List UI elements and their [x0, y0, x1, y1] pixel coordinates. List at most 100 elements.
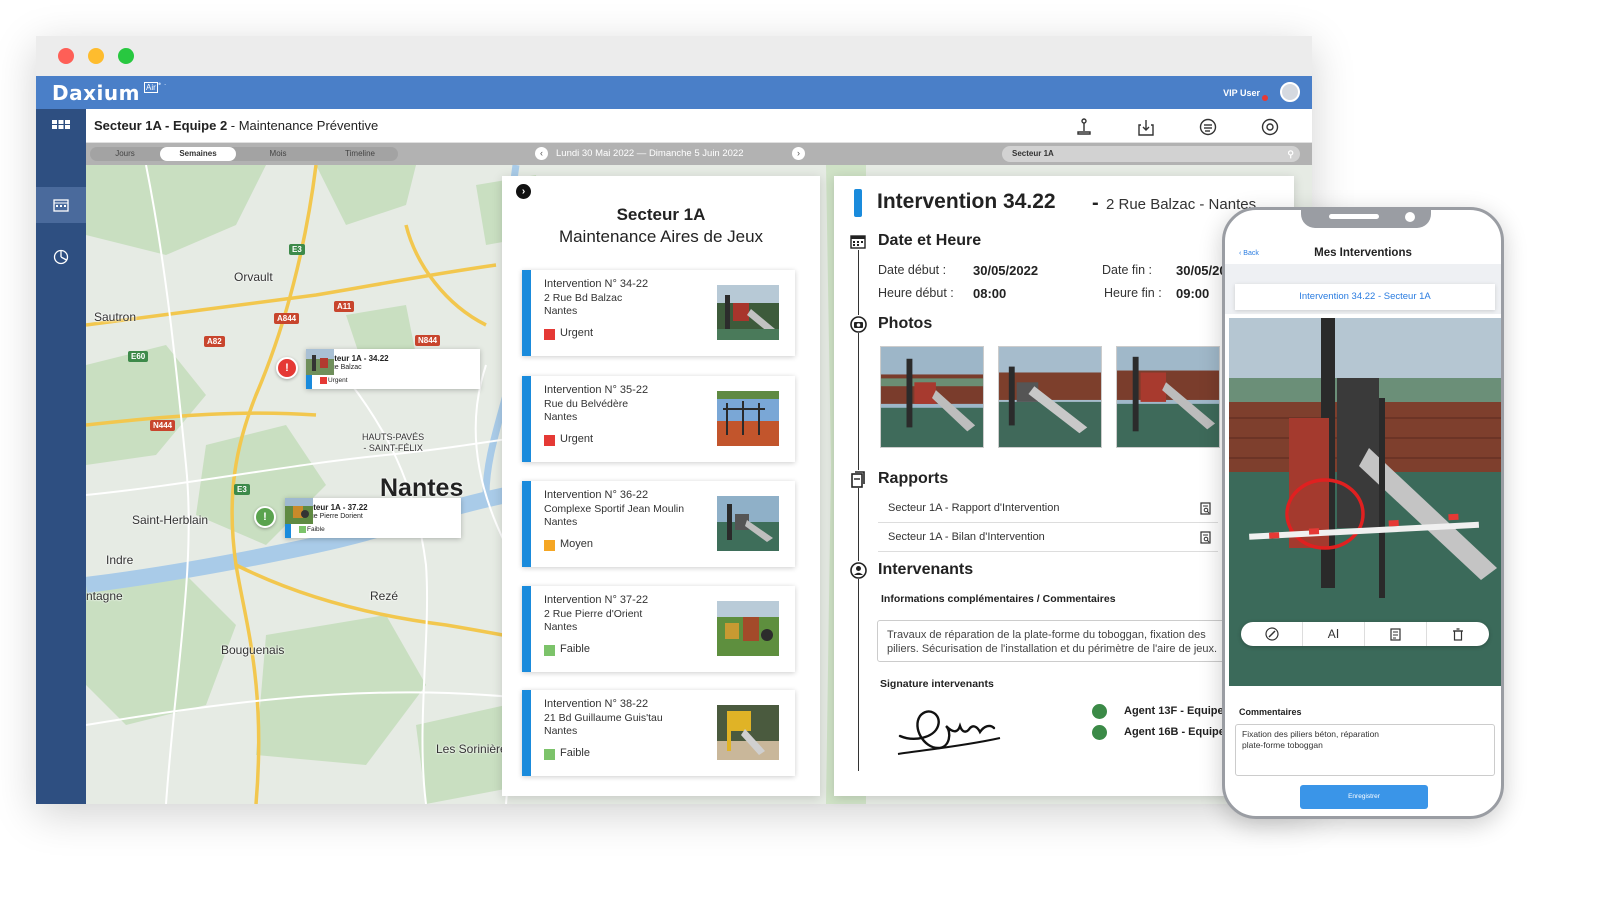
edit-icon[interactable]	[1241, 622, 1303, 646]
save-button[interactable]: Enregistrer	[1300, 785, 1428, 809]
map-label-orvault: Orvault	[234, 270, 273, 284]
photo-thumbnail[interactable]	[880, 346, 984, 448]
comment-line: plate-forme toboggan	[1242, 740, 1323, 750]
document-preview-icon[interactable]	[1200, 531, 1212, 544]
download-icon[interactable]	[1136, 117, 1156, 137]
maximize-window-button[interactable]	[118, 48, 134, 64]
map-label-bouguenais: Bouguenais	[221, 643, 285, 657]
phone-title: Mes Interventions	[1314, 247, 1412, 259]
previous-week-button[interactable]: ‹	[535, 147, 548, 160]
chevron-right-icon[interactable]: ›	[516, 184, 531, 199]
playground-thumbnail	[717, 496, 779, 551]
app-logo: Daxium	[52, 81, 140, 105]
tab-jours[interactable]: Jours	[90, 147, 160, 161]
report-row[interactable]: Secteur 1A - Bilan d'Intervention	[878, 523, 1218, 552]
intervention-city: Nantes	[544, 516, 578, 528]
time-end-label: Heure fin :	[1104, 286, 1162, 300]
list-item[interactable]: Intervention N° 34-22 2 Rue Bd Balzac Na…	[522, 270, 795, 356]
section-agents-title: Intervenants	[878, 561, 974, 578]
phone-speaker	[1329, 214, 1379, 219]
intervention-number: Intervention N° 35-22	[544, 384, 649, 396]
intervention-city: Nantes	[544, 725, 578, 737]
tab-semaines[interactable]: Semaines	[160, 147, 236, 161]
pie-chart-icon[interactable]	[36, 239, 86, 275]
filter-icon[interactable]	[1198, 117, 1218, 137]
logo-dots-icon: • ·	[158, 79, 167, 89]
settings-icon[interactable]	[1260, 117, 1280, 137]
list-item[interactable]: Intervention N° 36-22 Complexe Sportif J…	[522, 481, 795, 567]
comment-line: piliers. Sécurisation de l'installation …	[887, 643, 1218, 655]
playground-thumbnail	[285, 498, 313, 524]
phone-comments-field[interactable]: Fixation des piliers béton, réparation p…	[1235, 724, 1495, 776]
text-tool-icon[interactable]: AⅠ	[1303, 622, 1365, 646]
playground-thumbnail	[717, 391, 779, 446]
app-logo-sup: Air	[144, 82, 158, 93]
agent-avatar-icon	[1092, 725, 1107, 740]
time-start-value: 08:00	[973, 286, 1007, 301]
user-name[interactable]: VIP User	[1223, 88, 1260, 98]
road-tag-n444: N444	[150, 420, 176, 431]
map-card-34-22[interactable]: Secteur 1A - 34.22 2 Rue Balzac Urgent	[306, 349, 480, 389]
mobile-phone: ‹ Back Mes Interventions Intervention 34…	[1222, 207, 1504, 819]
notification-dot-icon	[1262, 95, 1268, 101]
priority-square	[544, 435, 555, 446]
priority-square	[544, 540, 555, 551]
close-window-button[interactable]	[58, 48, 74, 64]
date-start-value: 30/05/2022	[973, 263, 1039, 278]
intervention-number: Intervention N° 38-22	[544, 698, 649, 710]
map-pin-low[interactable]: !	[254, 506, 276, 528]
map-card-37-22[interactable]: Secteur 1A - 37.22 2 Rue Pierre Dorient …	[285, 498, 461, 538]
next-week-button[interactable]: ›	[792, 147, 805, 160]
phone-camera	[1405, 212, 1415, 222]
intervention-priority: Faible	[560, 747, 590, 759]
list-item[interactable]: Intervention N° 35-22 Rue du Belvédère N…	[522, 376, 795, 462]
road-tag-e3: E3	[289, 244, 305, 255]
calendar-icon[interactable]	[36, 187, 86, 223]
road-tag-e3: E3	[234, 484, 250, 495]
photo-tools-bar: AⅠ	[1241, 622, 1489, 646]
interventions-list-panel: › Secteur 1A Maintenance Aires de Jeux I…	[502, 176, 820, 796]
agent-name: Agent 16B - Equipe 2	[1124, 726, 1235, 738]
search-icon: ⚲	[1287, 149, 1294, 159]
tab-mois[interactable]: Mois	[242, 147, 314, 161]
map-label-indre: Indre	[106, 553, 134, 567]
map-label-hauts-paves: HAUTS-PAVÉS - SAINT-FÉLIX	[362, 432, 425, 453]
document-preview-icon[interactable]	[1200, 502, 1212, 515]
intervention-street: 2 Rue Bd Balzac	[544, 292, 623, 304]
time-start-label: Heure début :	[878, 286, 954, 300]
playground-thumbnail	[717, 705, 779, 760]
tab-timeline[interactable]: Timeline	[322, 147, 398, 161]
person-circle-icon	[849, 561, 867, 579]
detail-title-dash: -	[1092, 192, 1099, 214]
trash-icon[interactable]	[1427, 622, 1489, 646]
search-input[interactable]: Secteur 1A ⚲	[1002, 146, 1300, 162]
date-end-label: Date fin :	[1102, 263, 1153, 277]
map-label-les-sorinieres: Les Sorinière	[436, 742, 507, 756]
map-label-saint-herblain: Saint-Herblain	[132, 513, 209, 527]
photo-thumbnail[interactable]	[1116, 346, 1220, 448]
card-accent-bar	[522, 481, 531, 567]
avatar[interactable]	[1280, 82, 1300, 102]
map-card-priority: Faible	[307, 526, 325, 533]
intervention-street: 21 Bd Guillaume Guis'tau	[544, 712, 663, 724]
signature-image	[897, 710, 1001, 755]
comments-field[interactable]: Travaux de réparation de la plate-forme …	[877, 620, 1237, 662]
phone-comments-label: Commentaires	[1239, 707, 1302, 717]
list-item[interactable]: Intervention N° 37-22 2 Rue Pierre d'Ori…	[522, 586, 795, 672]
detail-subtitle: 2 Rue Balzac - Nantes	[1106, 196, 1257, 213]
map-label-reze: Rezé	[370, 589, 399, 603]
calendar-toolbar: Jours Semaines Mois Timeline ‹ Lundi 30 …	[86, 143, 1312, 165]
report-row[interactable]: Secteur 1A - Rapport d'Intervention	[878, 494, 1218, 523]
document-icon[interactable]	[1365, 622, 1427, 646]
photo-thumbnail[interactable]	[998, 346, 1102, 448]
minimize-window-button[interactable]	[88, 48, 104, 64]
map-pin-urgent[interactable]: !	[276, 357, 298, 379]
priority-square	[320, 377, 327, 384]
joystick-icon[interactable]	[1074, 117, 1094, 137]
intervention-city: Nantes	[544, 621, 578, 633]
intervention-priority: Faible	[560, 643, 590, 655]
apps-grid-icon[interactable]	[36, 109, 86, 145]
list-item[interactable]: Intervention N° 38-22 21 Bd Guillaume Gu…	[522, 690, 795, 776]
sidebar	[36, 109, 86, 804]
phone-intervention-card[interactable]: Intervention 34.22 - Secteur 1A	[1235, 284, 1495, 310]
